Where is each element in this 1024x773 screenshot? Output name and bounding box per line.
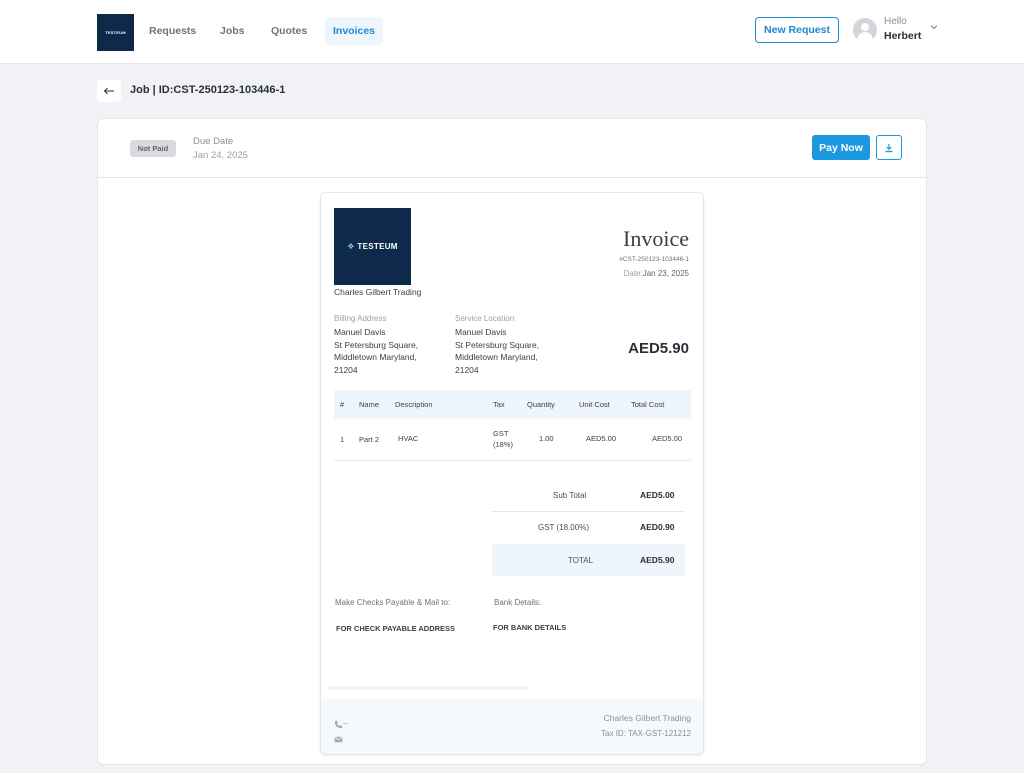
greeting-text: Hello — [884, 16, 907, 27]
logo-mark-icon: ❖ — [347, 242, 355, 251]
user-avatar-icon[interactable] — [853, 18, 877, 42]
arrow-left-icon — [103, 87, 114, 95]
nav-quotes[interactable]: Quotes — [263, 17, 315, 45]
row-tax: GST — [493, 429, 509, 438]
bank-details-label: Bank Details: — [494, 598, 542, 607]
billing-address-line: Manuel Davis — [334, 327, 386, 337]
invoice-number: #CST-250123-103446-1 — [619, 256, 689, 263]
column-header: Tax — [493, 400, 505, 409]
invoice-logo-text: TESTEUM — [357, 242, 398, 251]
invoice-date-label: Date: — [623, 269, 643, 278]
line-items-header: # Name Description Tax Quantity Unit Cos… — [334, 390, 691, 419]
top-navigation: TESTEUM Requests Jobs Quotes Invoices Ne… — [0, 0, 1024, 64]
download-icon — [885, 143, 893, 152]
total-value: AED5.90 — [640, 555, 675, 565]
column-header: Quantity — [527, 400, 555, 409]
row-description: HVAC — [398, 434, 419, 443]
footer-tax-id: Tax ID: TAX-GST-121212 — [601, 729, 691, 738]
mail-icon — [334, 736, 343, 743]
invoice-company-logo: ❖ TESTEUM — [334, 208, 411, 285]
gst-label: GST (18.00%) — [538, 523, 589, 532]
column-header: Description — [395, 400, 433, 409]
service-location-line: St Petersburg Square, — [455, 340, 540, 350]
nav-invoices[interactable]: Invoices — [325, 17, 384, 45]
table-divider — [334, 460, 691, 461]
gst-value: AED0.90 — [640, 522, 675, 532]
service-location-line: 21204 — [455, 365, 479, 375]
company-name: Charles Gilbert Trading — [334, 287, 422, 297]
chevron-down-icon[interactable] — [929, 22, 939, 32]
service-location-line: Middletown Maryland, — [455, 352, 538, 362]
page-title: Job | ID:CST-250123-103446-1 — [130, 84, 286, 96]
column-header: # — [340, 400, 345, 409]
pay-now-button[interactable]: Pay Now — [812, 135, 870, 160]
row-unit-cost: AED5.00 — [586, 434, 617, 443]
row-name: Part 2 — [359, 435, 380, 444]
bank-details-value: FOR BANK DETAILS — [493, 623, 567, 632]
invoice-date-value: Jan 23, 2025 — [642, 269, 689, 278]
download-button[interactable] — [876, 135, 902, 160]
back-button[interactable] — [97, 80, 121, 102]
billing-address-line: 21204 — [334, 365, 358, 375]
faded-divider — [329, 686, 527, 690]
service-location-line: Manuel Davis — [455, 327, 507, 337]
service-location-label: Service Location — [455, 314, 515, 323]
due-date-value: Jan 24, 2025 — [193, 150, 248, 161]
invoice-footer: -- Charles Gilbert Trading Tax ID: TAX-G… — [321, 699, 703, 754]
column-header: Unit Cost — [579, 400, 610, 409]
brand-logo-text: TESTEUM — [105, 30, 126, 35]
brand-logo[interactable]: TESTEUM — [97, 14, 134, 51]
summary-divider — [492, 511, 685, 512]
billing-address-label: Billing Address — [334, 314, 387, 323]
row-number: 1 — [340, 435, 345, 444]
billing-address-line: St Petersburg Square, — [334, 340, 419, 350]
subtotal-label: Sub Total — [553, 491, 587, 500]
invoice-heading: Invoice — [623, 226, 689, 251]
row-quantity: 1.00 — [539, 434, 554, 443]
footer-company-name: Charles Gilbert Trading — [603, 713, 691, 723]
invoice-document: ❖ TESTEUM Charles Gilbert Trading Invoic… — [320, 192, 704, 755]
column-header: Total Cost — [631, 400, 665, 409]
footer-phone: -- — [343, 719, 349, 728]
user-name[interactable]: Herbert — [884, 30, 921, 42]
invoice-date: Date:Jan 23, 2025 — [624, 269, 689, 278]
invoice-total-amount: AED5.90 — [628, 340, 689, 357]
checks-payable-value: FOR CHECK PAYABLE ADDRESS — [336, 624, 456, 633]
status-badge: Not Paid — [130, 140, 176, 157]
billing-address-line: Middletown Maryland, — [334, 352, 417, 362]
row-total-cost: AED5.00 — [652, 434, 683, 443]
due-date-label: Due Date — [193, 136, 234, 147]
row-tax-rate: (18%) — [493, 440, 514, 449]
total-label: TOTAL — [568, 556, 594, 565]
nav-jobs[interactable]: Jobs — [212, 17, 253, 45]
checks-payable-label: Make Checks Payable & Mail to: — [335, 598, 451, 607]
new-request-button[interactable]: New Request — [755, 17, 839, 43]
subtotal-value: AED5.00 — [640, 490, 675, 500]
nav-requests[interactable]: Requests — [141, 17, 204, 45]
phone-icon — [334, 720, 343, 729]
invoice-status-bar: Not Paid Due Date Jan 24, 2025 Pay Now — [98, 119, 926, 178]
column-header: Name — [359, 400, 380, 409]
